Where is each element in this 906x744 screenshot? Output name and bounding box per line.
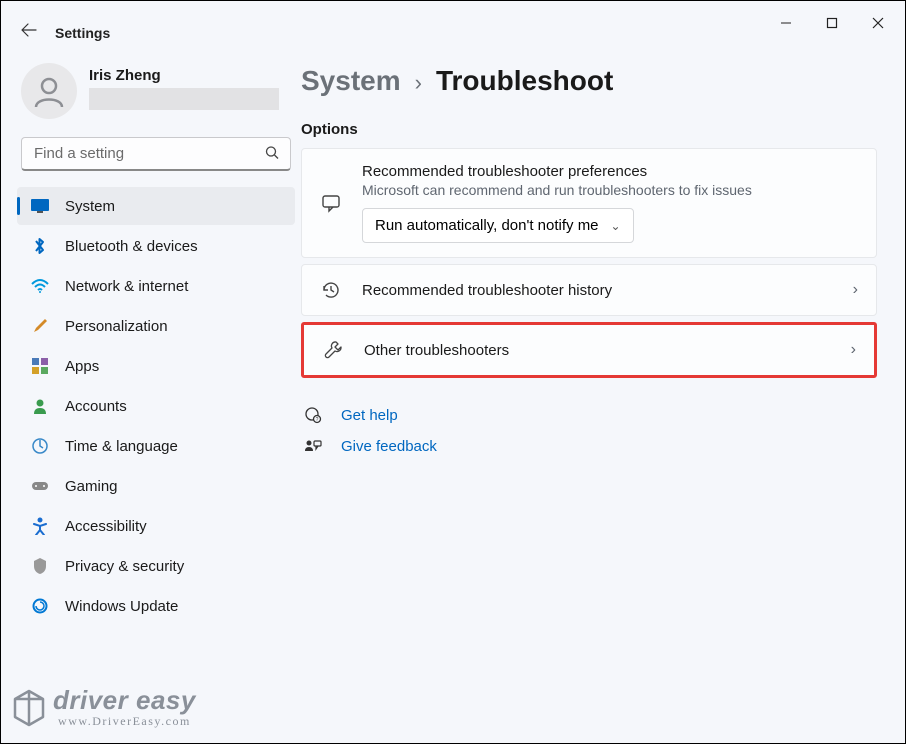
breadcrumb: System › Troubleshoot [301, 65, 877, 97]
nav-label: Personalization [65, 318, 168, 335]
nav-item-apps[interactable]: Apps [17, 347, 295, 385]
footer-links: ? Get help Give feedback [301, 406, 877, 455]
nav-item-gaming[interactable]: Gaming [17, 467, 295, 505]
section-title: Options [301, 121, 877, 138]
feedback-icon [303, 439, 323, 455]
watermark-text: driver easy [53, 685, 196, 716]
brush-icon [31, 317, 49, 335]
avatar [21, 63, 77, 119]
nav-label: Network & internet [65, 278, 188, 295]
nav-item-privacy[interactable]: Privacy & security [17, 547, 295, 585]
apps-icon [31, 357, 49, 375]
nav-label: Time & language [65, 438, 178, 455]
profile-block[interactable]: Iris Zheng [21, 63, 295, 119]
wifi-icon [31, 277, 49, 295]
nav-label: Gaming [65, 478, 118, 495]
person-icon [31, 397, 49, 415]
minimize-button[interactable] [763, 7, 809, 39]
profile-name: Iris Zheng [89, 67, 279, 84]
nav-label: Privacy & security [65, 558, 184, 575]
chevron-right-icon: › [853, 281, 858, 299]
nav-label: Accessibility [65, 518, 147, 535]
app-title: Settings [55, 25, 110, 41]
dropdown-value: Run automatically, don't notify me [375, 217, 599, 234]
nav-label: Apps [65, 358, 99, 375]
nav-label: Windows Update [65, 598, 178, 615]
shield-icon [31, 557, 49, 575]
chat-icon [320, 192, 342, 214]
nav-item-time[interactable]: Time & language [17, 427, 295, 465]
title-bar: Settings [1, 1, 905, 45]
clock-globe-icon [31, 437, 49, 455]
card-title: Recommended troubleshooter history [362, 282, 833, 299]
card-prefs: Recommended troubleshooter preferences M… [301, 148, 877, 258]
accessibility-icon [31, 517, 49, 535]
search-box[interactable] [21, 137, 291, 171]
watermark: driver easy www.DriverEasy.com [53, 685, 196, 729]
help-icon: ? [303, 406, 323, 424]
nav-item-accounts[interactable]: Accounts [17, 387, 295, 425]
chevron-down-icon: ⌄ [611, 219, 621, 233]
bluetooth-icon [31, 237, 49, 255]
profile-email-redacted [89, 88, 279, 110]
back-button[interactable] [21, 23, 37, 42]
search-icon [265, 146, 279, 163]
nav-list: System Bluetooth & devices Network & int… [17, 187, 295, 625]
nav-label: System [65, 198, 115, 215]
chevron-right-icon: › [851, 341, 856, 359]
update-icon [31, 597, 49, 615]
nav-item-personalization[interactable]: Personalization [17, 307, 295, 345]
wrench-icon [322, 339, 344, 361]
nav-item-bluetooth[interactable]: Bluetooth & devices [17, 227, 295, 265]
search-input[interactable] [21, 137, 291, 171]
nav-item-update[interactable]: Windows Update [17, 587, 295, 625]
card-title: Recommended troubleshooter preferences [362, 163, 858, 180]
give-feedback-link[interactable]: Give feedback [303, 438, 877, 455]
card-subtitle: Microsoft can recommend and run troubles… [362, 182, 858, 198]
breadcrumb-parent[interactable]: System [301, 65, 401, 97]
chevron-right-icon: › [415, 70, 422, 96]
link-text: Get help [341, 407, 398, 424]
gamepad-icon [31, 477, 49, 495]
link-text: Give feedback [341, 438, 437, 455]
card-title: Other troubleshooters [364, 342, 831, 359]
breadcrumb-current: Troubleshoot [436, 65, 613, 97]
maximize-button[interactable] [809, 7, 855, 39]
window-controls [763, 7, 901, 39]
sidebar: Iris Zheng System Bluetooth & devices Ne… [1, 45, 301, 743]
close-button[interactable] [855, 7, 901, 39]
nav-label: Bluetooth & devices [65, 238, 198, 255]
prefs-dropdown[interactable]: Run automatically, don't notify me ⌄ [362, 208, 634, 243]
card-other-troubleshooters[interactable]: Other troubleshooters › [301, 322, 877, 378]
nav-item-accessibility[interactable]: Accessibility [17, 507, 295, 545]
main-content: System › Troubleshoot Options Recommende… [301, 45, 905, 743]
get-help-link[interactable]: ? Get help [303, 406, 877, 424]
history-icon [320, 279, 342, 301]
svg-text:?: ? [316, 417, 319, 423]
nav-item-network[interactable]: Network & internet [17, 267, 295, 305]
watermark-url: www.DriverEasy.com [53, 714, 196, 729]
system-icon [31, 197, 49, 215]
nav-label: Accounts [65, 398, 127, 415]
card-history[interactable]: Recommended troubleshooter history › [301, 264, 877, 316]
nav-item-system[interactable]: System [17, 187, 295, 225]
